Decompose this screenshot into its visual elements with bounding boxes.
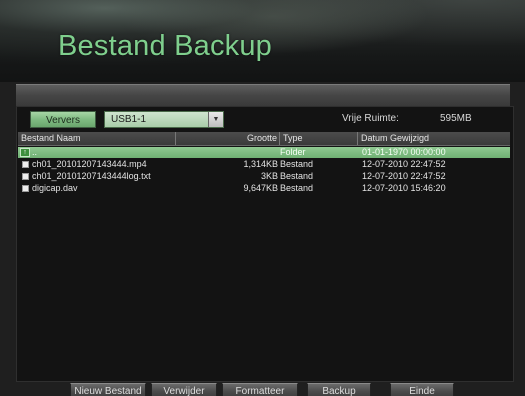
file-icon [22,185,29,192]
file-date: 01-01-1970 00:00:00 [362,147,446,157]
file-type: Bestand [280,183,314,193]
format-button[interactable]: Formatteer [222,383,298,396]
column-header-type[interactable]: Type [280,132,358,145]
toolbar: Ververs USB1-1 ▼ Vrije Ruimte: 595MB [16,110,512,128]
chevron-down-icon[interactable]: ▼ [208,112,223,127]
new-folder-button[interactable]: Nieuw Bestand [70,383,146,396]
refresh-button[interactable]: Ververs [30,111,96,128]
file-name: .. [32,147,38,157]
backup-button[interactable]: Backup [307,383,371,396]
page-title: Bestand Backup [58,30,272,62]
separator-bar [16,84,510,106]
file-type: Bestand [280,159,314,169]
device-select[interactable]: USB1-1 ▼ [104,111,224,128]
device-select-value: USB1-1 [111,114,147,125]
file-name: digicap.dav [32,183,78,193]
table-row[interactable]: digicap.dav 9,647KB Bestand 12-07-2010 1… [18,183,510,194]
table-row[interactable]: ch01_20101207143444.mp4 1,314KB Bestand … [18,159,510,170]
folder-up-icon: ↑ [20,148,30,157]
table-row[interactable]: ↑ .. Folder 01-01-1970 00:00:00 [18,147,510,158]
file-date: 12-07-2010 22:47:52 [362,159,446,169]
file-backup-screen: Bestand Backup Ververs USB1-1 ▼ Vrije Ru… [0,0,525,396]
table-row[interactable]: ch01_20101207143444log.txt 3KB Bestand 1… [18,171,510,182]
file-name: ch01_20101207143444.mp4 [32,159,147,169]
file-size [176,147,278,158]
file-date: 12-07-2010 22:47:52 [362,171,446,181]
file-size: 3KB [260,171,278,181]
free-space-label: Vrije Ruimte: [342,113,399,124]
file-date: 12-07-2010 15:46:20 [362,183,446,193]
file-type: Folder [280,147,306,157]
exit-button[interactable]: Einde [390,383,454,396]
file-size: 1,314KB [243,159,278,169]
file-name: ch01_20101207143444log.txt [32,171,151,181]
header: Bestand Backup [0,0,525,82]
column-header-size[interactable]: Grootte [176,132,280,145]
file-icon [22,173,29,180]
column-header-date[interactable]: Datum Gewijzigd [358,132,510,145]
delete-button[interactable]: Verwijder [151,383,217,396]
table-header: Bestand Naam Grootte Type Datum Gewijzig… [18,132,510,146]
file-size: 9,647KB [243,183,278,193]
column-header-name[interactable]: Bestand Naam [18,132,176,145]
free-space-value: 595MB [440,113,472,124]
file-type: Bestand [280,171,314,181]
file-list: ↑ .. Folder 01-01-1970 00:00:00 ch01_201… [18,147,510,195]
file-icon [22,161,29,168]
